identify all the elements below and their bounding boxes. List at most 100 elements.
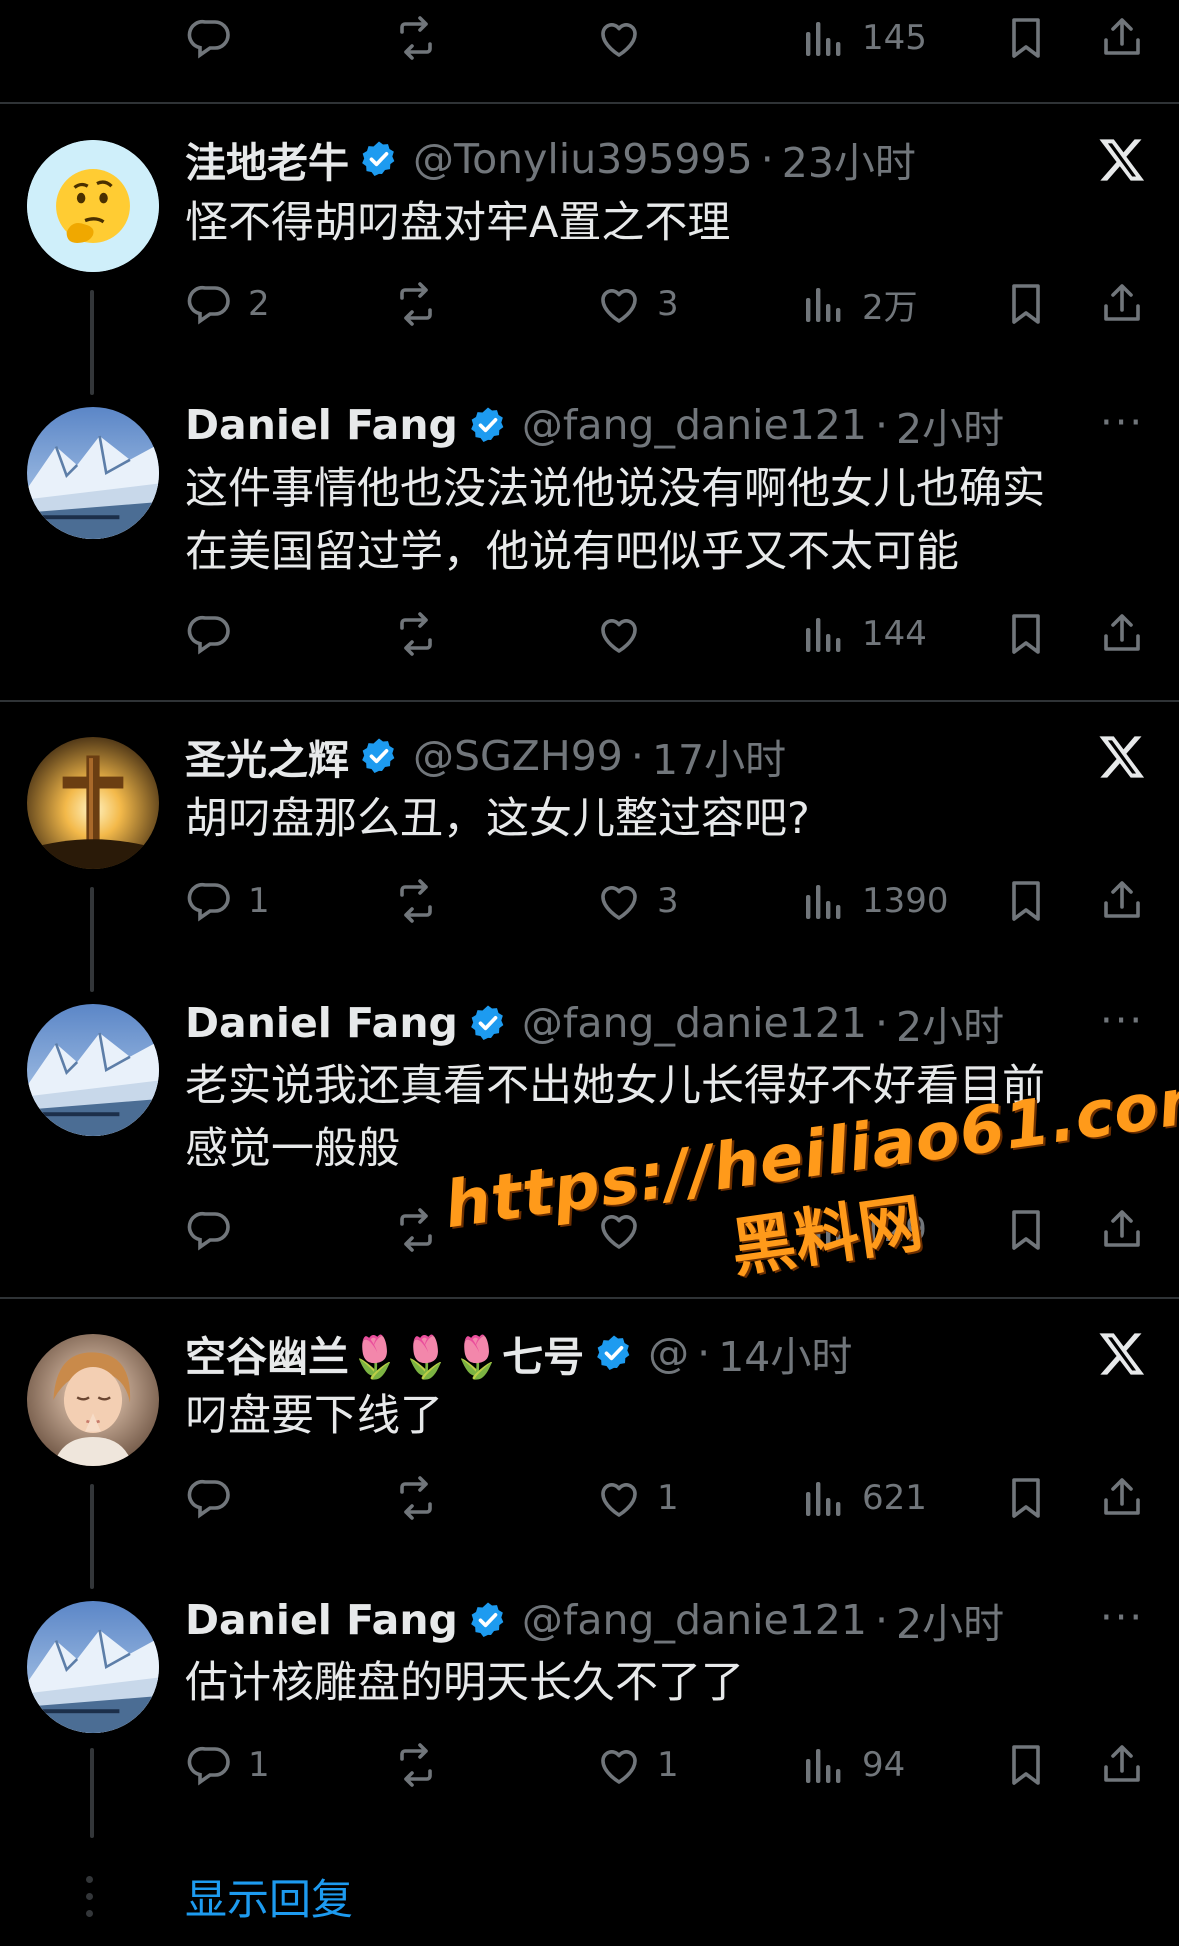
reply-button[interactable]: 2: [186, 274, 270, 334]
x-logo-icon: [1096, 134, 1148, 186]
views-button[interactable]: 2万: [800, 274, 918, 334]
avatar[interactable]: [27, 1004, 159, 1136]
reply-button[interactable]: [186, 1468, 234, 1528]
bookmark-button[interactable]: [1002, 1200, 1050, 1260]
share-button[interactable]: [1098, 8, 1146, 68]
like-button[interactable]: 3: [595, 274, 679, 334]
share-button[interactable]: [1098, 274, 1146, 334]
display-name[interactable]: 空谷幽兰🌷🌷🌷七号: [185, 1323, 584, 1383]
avatar[interactable]: [27, 737, 159, 869]
share-button[interactable]: [1098, 1468, 1146, 1528]
views-count: 1390: [862, 881, 949, 921]
views-button[interactable]: 1390: [800, 871, 949, 931]
mountain-avatar: [27, 1601, 159, 1733]
like-button[interactable]: [595, 604, 643, 664]
mountain-avatar: [27, 407, 159, 539]
views-button[interactable]: 94: [800, 1735, 905, 1795]
user-handle[interactable]: @: [648, 1329, 689, 1377]
verified-badge-icon: [468, 1600, 508, 1640]
views-icon: [800, 1474, 848, 1522]
post-text-line: 在美国留过学，他说有吧似乎又不太可能: [185, 527, 959, 577]
more-options-button[interactable]: ···: [1100, 1595, 1144, 1641]
bookmark-icon: [1002, 1474, 1050, 1522]
bookmark-button[interactable]: [1002, 1468, 1050, 1528]
like-button[interactable]: [595, 8, 643, 68]
repost-button[interactable]: [392, 8, 440, 68]
reply-icon: [186, 877, 234, 925]
verified-badge-icon: [359, 139, 399, 179]
like-button[interactable]: [595, 1200, 643, 1260]
bookmark-button[interactable]: [1002, 1735, 1050, 1795]
show-replies-link[interactable]: 显示回复: [185, 1866, 353, 1927]
post-text: 叼盘要下线了: [185, 1391, 443, 1441]
share-button[interactable]: [1098, 1200, 1146, 1260]
repost-button[interactable]: [392, 274, 440, 334]
user-handle[interactable]: @Tonyliu395995: [413, 135, 753, 183]
timestamp[interactable]: 2小时: [896, 993, 1004, 1053]
bookmark-button[interactable]: [1002, 8, 1050, 68]
timestamp[interactable]: 17小时: [652, 726, 786, 786]
repost-button[interactable]: [392, 604, 440, 664]
separator-dot: ·: [874, 401, 889, 449]
avatar[interactable]: [27, 140, 159, 272]
repost-icon: [392, 1741, 440, 1789]
timestamp[interactable]: 14小时: [718, 1323, 852, 1383]
repost-button[interactable]: [392, 1735, 440, 1795]
more-options-button[interactable]: ···: [1100, 400, 1144, 446]
divider: [0, 700, 1179, 702]
like-button[interactable]: 3: [595, 871, 679, 931]
verified-badge-icon: [468, 405, 508, 445]
separator-dot: ·: [697, 1329, 711, 1377]
praying-girl-avatar: [27, 1334, 159, 1466]
reply-button[interactable]: 1: [186, 1735, 270, 1795]
views-button[interactable]: 144: [800, 604, 927, 664]
views-button[interactable]: 129: [800, 1200, 927, 1260]
avatar[interactable]: [27, 1601, 159, 1733]
reply-icon: [186, 1741, 234, 1789]
repost-button[interactable]: [392, 1468, 440, 1528]
reply-icon: [186, 1474, 234, 1522]
repost-button[interactable]: [392, 1200, 440, 1260]
like-button[interactable]: 1: [595, 1468, 679, 1528]
like-count: 3: [657, 284, 679, 324]
display-name[interactable]: Daniel Fang: [185, 1596, 458, 1644]
user-handle[interactable]: @fang_danie121: [522, 401, 867, 449]
post-text: 胡叼盘那么丑，这女儿整过容吧?: [185, 794, 810, 844]
user-handle[interactable]: @fang_danie121: [522, 1596, 867, 1644]
reply-button[interactable]: [186, 8, 234, 68]
timestamp[interactable]: 23小时: [782, 129, 916, 189]
reply-button[interactable]: [186, 1200, 234, 1260]
repost-button[interactable]: [392, 871, 440, 931]
timestamp[interactable]: 2小时: [896, 395, 1004, 455]
bookmark-button[interactable]: [1002, 871, 1050, 931]
bookmark-button[interactable]: [1002, 604, 1050, 664]
display-name[interactable]: 圣光之辉: [185, 726, 349, 786]
views-button[interactable]: 621: [800, 1468, 927, 1528]
share-icon: [1098, 610, 1146, 658]
display-name[interactable]: Daniel Fang: [185, 999, 458, 1047]
share-button[interactable]: [1098, 1735, 1146, 1795]
share-button[interactable]: [1098, 871, 1146, 931]
display-name[interactable]: 洼地老牛: [185, 129, 349, 189]
share-button[interactable]: [1098, 604, 1146, 664]
display-name[interactable]: Daniel Fang: [185, 401, 458, 449]
post-header: 空谷幽兰🌷🌷🌷七号 @ · 14小时: [185, 1328, 852, 1381]
avatar[interactable]: [27, 1334, 159, 1466]
like-button[interactable]: 1: [595, 1735, 679, 1795]
post-text: 老实说我还真看不出她女儿长得好不好看目前 感觉一般般: [185, 1055, 1105, 1181]
separator-dot: ·: [630, 732, 644, 780]
heart-icon: [595, 610, 643, 658]
more-options-button[interactable]: ···: [1100, 998, 1144, 1044]
user-handle[interactable]: @fang_danie121: [522, 999, 867, 1047]
views-button[interactable]: 145: [800, 8, 927, 68]
reply-icon: [186, 14, 234, 62]
divider: [0, 102, 1179, 104]
reply-button[interactable]: 1: [186, 871, 270, 931]
timestamp[interactable]: 2小时: [896, 1590, 1004, 1650]
user-handle[interactable]: @SGZH99: [413, 732, 623, 780]
repost-icon: [392, 14, 440, 62]
reply-button[interactable]: [186, 604, 234, 664]
action-bar: 145: [0, 8, 1179, 68]
bookmark-button[interactable]: [1002, 274, 1050, 334]
avatar[interactable]: [27, 407, 159, 539]
